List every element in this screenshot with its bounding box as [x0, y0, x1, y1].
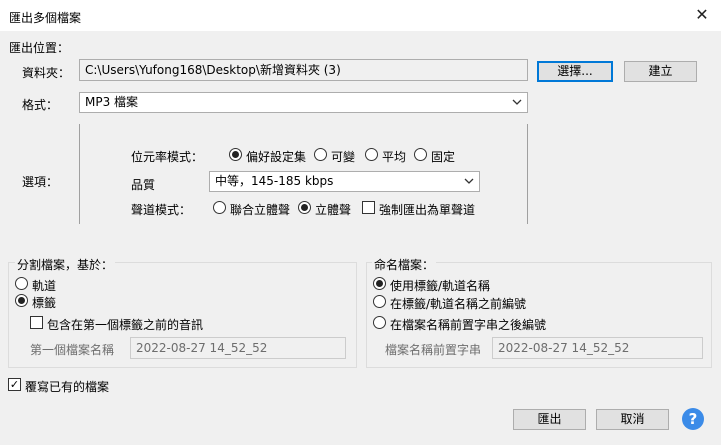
options-frame-left: [79, 124, 80, 224]
close-icon[interactable]: ✕: [691, 5, 713, 25]
overwrite-checkbox[interactable]: ✓: [8, 378, 21, 391]
quality-selected: 中等，145-185 kbps: [215, 174, 334, 188]
bitrate-radio-constant[interactable]: [414, 148, 427, 161]
naming-label-number-after-prefix: 在檔案名稱前置字串之後編號: [390, 318, 547, 332]
channel-mode-label: 聲道模式：: [131, 203, 192, 217]
naming-radio-number-before[interactable]: [373, 295, 386, 308]
bitrate-radio-preset[interactable]: [229, 148, 242, 161]
create-folder-button[interactable]: 建立: [624, 61, 697, 82]
overwrite-label: 覆寫已有的檔案: [25, 380, 110, 394]
split-files-label: 分割檔案，基於：: [15, 256, 116, 273]
naming-label-number-before: 在標籤/軌道名稱之前編號: [390, 297, 527, 311]
title-bar: 匯出多個檔案 ✕: [0, 0, 721, 31]
bitrate-label-variable: 可變: [331, 150, 356, 164]
channel-label-joint-stereo: 聯合立體聲: [230, 203, 291, 217]
channel-radio-stereo[interactable]: [298, 201, 311, 214]
choose-folder-button[interactable]: 選擇...: [537, 61, 613, 82]
split-radio-labels[interactable]: [15, 294, 28, 307]
options-label: 選項：: [22, 175, 59, 189]
format-dropdown[interactable]: MP3 檔案: [79, 92, 528, 113]
include-before-label: 包含在第一個標籤之前的音訊: [47, 318, 204, 332]
channel-label-stereo: 立體聲: [315, 203, 352, 217]
format-selected: MP3 檔案: [85, 95, 139, 109]
split-label-tracks: 軌道: [32, 279, 57, 293]
dialog-title: 匯出多個檔案: [9, 11, 82, 25]
prefix-label: 檔案名稱前置字串: [385, 343, 482, 357]
chevron-down-icon: [464, 178, 474, 184]
bitrate-label-preset: 偏好設定集: [246, 150, 307, 164]
chevron-down-icon: [512, 99, 522, 105]
naming-label-use-label: 使用標籤/軌道名稱: [390, 279, 491, 293]
include-before-checkbox[interactable]: [30, 316, 43, 329]
bitrate-radio-average[interactable]: [365, 148, 378, 161]
force-mono-checkbox[interactable]: [362, 201, 375, 214]
naming-radio-number-after-prefix[interactable]: [373, 316, 386, 329]
prefix-field[interactable]: 2022-08-27 14_52_52: [492, 337, 703, 359]
cancel-button[interactable]: 取消: [596, 409, 669, 430]
split-radio-tracks[interactable]: [15, 277, 28, 290]
options-frame-right: [527, 124, 528, 224]
channel-radio-joint-stereo[interactable]: [213, 201, 226, 214]
naming-label: 命名檔案：: [372, 256, 437, 273]
bitrate-mode-label: 位元率模式：: [131, 150, 204, 164]
quality-dropdown[interactable]: 中等，145-185 kbps: [209, 171, 480, 192]
split-label-labels: 標籤: [32, 296, 57, 310]
export-button[interactable]: 匯出: [513, 409, 586, 430]
format-label: 格式：: [22, 98, 59, 112]
export-location-label: 匯出位置：: [9, 41, 70, 55]
bitrate-radio-variable[interactable]: [314, 148, 327, 161]
naming-radio-use-label[interactable]: [373, 277, 386, 290]
force-mono-label: 強制匯出為單聲道: [379, 203, 476, 217]
first-file-name-field[interactable]: 2022-08-27 14_52_52: [130, 337, 346, 359]
export-multiple-dialog: 匯出多個檔案 ✕ 匯出位置： 資料夾： C:\Users\Yufong168\D…: [0, 0, 721, 445]
bitrate-label-average: 平均: [382, 150, 407, 164]
folder-path-field[interactable]: C:\Users\Yufong168\Desktop\新增資料夾 (3): [79, 59, 528, 81]
folder-label: 資料夾：: [22, 66, 71, 80]
quality-label: 品質: [131, 178, 156, 192]
first-file-name-label: 第一個檔案名稱: [30, 343, 115, 357]
help-icon[interactable]: ?: [682, 408, 704, 430]
bitrate-label-constant: 固定: [431, 150, 456, 164]
